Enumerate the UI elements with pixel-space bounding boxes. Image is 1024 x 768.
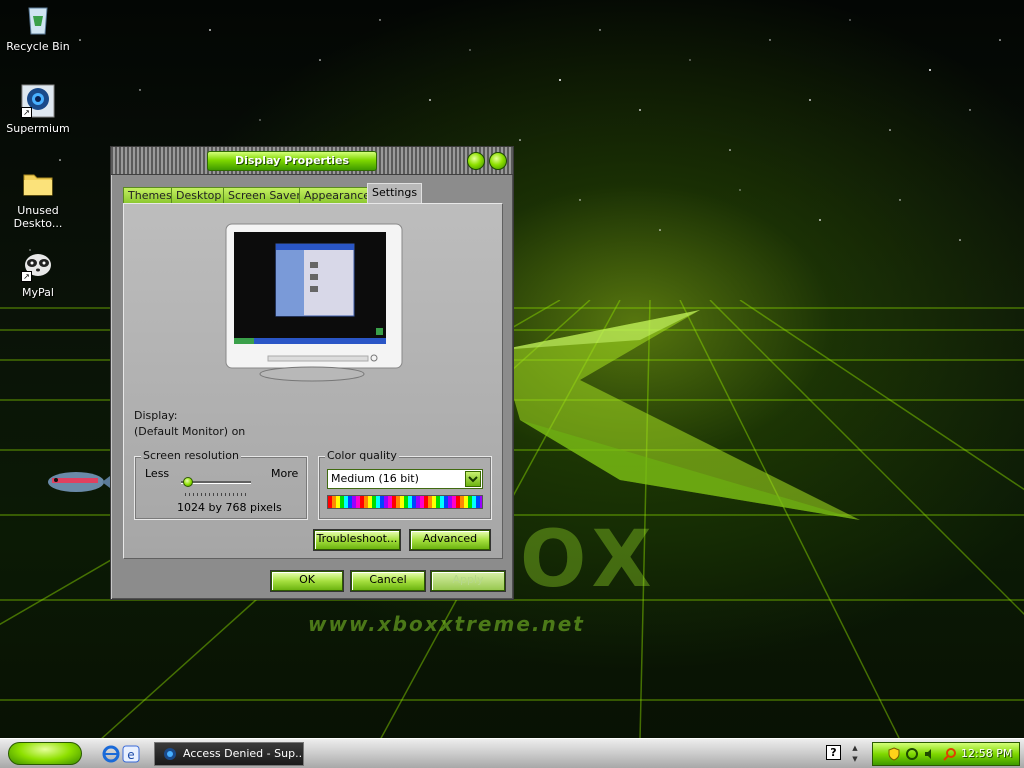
system-tray: 12:58 PM (872, 742, 1020, 766)
desktop-icon-label: MyPal (22, 286, 54, 299)
network-icon[interactable] (905, 747, 919, 761)
mypal-browser-icon: ↗ (21, 248, 55, 282)
display-label: Display: (134, 409, 178, 422)
taskbar-button-label: Access Denied - Sup... (183, 747, 304, 760)
wallpaper-logo-text: OX (520, 515, 660, 605)
close-title-button[interactable] (489, 152, 507, 170)
fish-icon (48, 470, 118, 494)
wallpaper-watermark: www.xboxxtreme.net (308, 612, 585, 636)
tab-screen-saver[interactable]: Screen Saver (223, 187, 306, 203)
taskbar-button-access-denied[interactable]: Access Denied - Sup... (154, 742, 304, 766)
settings-panel: Display: (Default Monitor) on Screen res… (123, 203, 503, 559)
chevron-down-icon[interactable] (465, 471, 481, 487)
tab-themes[interactable]: Themes (123, 187, 177, 203)
color-quality-value: Medium (16 bit) (331, 472, 419, 485)
supermium-browser-icon: ↗ (21, 84, 55, 118)
clock[interactable]: 12:58 PM (961, 743, 1012, 765)
resolution-value: 1024 by 768 pixels (177, 501, 282, 514)
desktop-icon-label: Recycle Bin (6, 40, 70, 53)
resolution-slider-thumb[interactable] (183, 477, 193, 487)
tab-settings[interactable]: Settings (367, 183, 423, 204)
monitor-preview-icon (225, 223, 403, 382)
desktop-icon-label: Supermium (6, 122, 70, 135)
display-properties-dialog: Display Properties Themes Desktop Screen… (110, 146, 514, 600)
start-button[interactable] (8, 742, 82, 765)
speaker-icon[interactable] (923, 747, 937, 761)
ie-browser-icon[interactable] (102, 745, 120, 763)
search-icon[interactable] (943, 747, 957, 761)
tray-scroll-icon[interactable]: ▲ ▼ (850, 743, 860, 765)
resolution-slider-ticks (185, 493, 249, 496)
browser-quicklaunch-icon[interactable]: e (122, 745, 140, 763)
desktop-icon-supermium[interactable]: ↗ Supermium (0, 84, 76, 135)
folder-icon (21, 166, 55, 200)
dialog-tabs: Themes Desktop Screen Saver Appearance S… (123, 183, 503, 204)
apply-button[interactable]: Apply (430, 570, 506, 592)
shortcut-arrow-icon: ↗ (21, 271, 32, 282)
dialog-titlebar[interactable]: Display Properties (111, 147, 513, 175)
ok-button[interactable]: OK (270, 570, 344, 592)
resolution-more-label: More (271, 467, 299, 480)
shortcut-arrow-icon: ↗ (21, 107, 32, 118)
taskbar: e Access Denied - Sup... ? ▲ ▼ 12:58 PM (0, 738, 1024, 768)
troubleshoot-button[interactable]: Troubleshoot... (313, 529, 401, 551)
dialog-title: Display Properties (207, 151, 377, 171)
tab-appearance[interactable]: Appearance (299, 187, 376, 203)
security-shield-icon[interactable] (887, 747, 901, 761)
display-info: Display: (Default Monitor) on (134, 408, 245, 440)
display-value: (Default Monitor) on (134, 425, 246, 438)
help-title-button[interactable] (467, 152, 485, 170)
tab-desktop[interactable]: Desktop (171, 187, 227, 203)
supermium-browser-icon (164, 748, 176, 760)
help-icon[interactable]: ? (826, 745, 841, 760)
recycle-bin-icon (21, 2, 55, 36)
cancel-button[interactable]: Cancel (350, 570, 426, 592)
screen-resolution-title: Screen resolution (141, 449, 241, 462)
color-quality-title: Color quality (325, 449, 399, 462)
desktop-icon-label: Unused Deskto... (13, 204, 63, 230)
desktop-icon-mypal[interactable]: ↗ MyPal (0, 248, 76, 299)
resolution-less-label: Less (145, 467, 170, 480)
desktop-icon-unused-desktop[interactable]: Unused Deskto... (0, 166, 76, 230)
color-quality-select[interactable]: Medium (16 bit) (327, 469, 483, 489)
desktop-icon-recycle-bin[interactable]: Recycle Bin (0, 2, 76, 53)
svg-text:e: e (127, 748, 134, 762)
screen-resolution-group: Screen resolution Less More 1024 by 768 … (134, 449, 308, 520)
advanced-button[interactable]: Advanced (409, 529, 491, 551)
color-quality-group: Color quality Medium (16 bit) (318, 449, 492, 520)
color-spectrum-bar (327, 495, 483, 509)
